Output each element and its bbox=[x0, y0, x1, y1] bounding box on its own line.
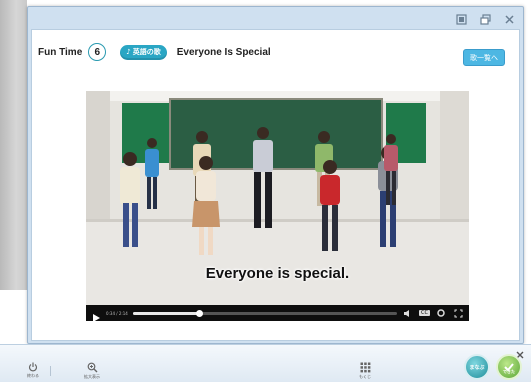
seek-bar[interactable] bbox=[132, 309, 398, 317]
seek-handle[interactable] bbox=[195, 309, 203, 317]
play-icon[interactable] bbox=[91, 308, 101, 321]
settings-icon[interactable] bbox=[435, 308, 447, 318]
learn-label: まなぶ bbox=[469, 364, 485, 371]
grid-button[interactable]: もくじ bbox=[359, 362, 371, 380]
close-icon[interactable] bbox=[515, 345, 525, 359]
video-caption: Everyone is special. bbox=[205, 265, 350, 282]
power-label: 終わる bbox=[27, 373, 39, 378]
lesson-header: Fun Time 6 ♪ 英語の歌 Everyone Is Special bbox=[38, 40, 271, 64]
lesson-number: 6 bbox=[88, 43, 107, 61]
song-badge: ♪ 英語の歌 bbox=[120, 44, 167, 60]
content-area: Fun Time 6 ♪ 英語の歌 Everyone Is Special 歌一… bbox=[31, 29, 520, 341]
done-button[interactable]: できた bbox=[496, 354, 522, 380]
video-player[interactable]: Everyone is special. 0:34 / 2:14 CC bbox=[86, 91, 469, 321]
window-controls bbox=[453, 10, 517, 28]
grid-icon bbox=[360, 362, 370, 373]
video-controls: 0:34 / 2:14 CC bbox=[86, 305, 469, 321]
volume-icon[interactable] bbox=[402, 308, 414, 318]
music-note-icon: ♪ bbox=[126, 48, 131, 56]
grid-label: もくじ bbox=[359, 374, 371, 379]
learn-button[interactable]: まなぶ bbox=[464, 354, 490, 380]
zoom-button[interactable]: 拡大表示 bbox=[84, 362, 100, 380]
zoom-label: 拡大表示 bbox=[84, 374, 100, 379]
restore-icon[interactable] bbox=[453, 11, 469, 27]
captions-icon[interactable]: CC bbox=[419, 310, 430, 316]
taskbar: 終わる 拡大表示 もくじ bbox=[0, 344, 531, 382]
seek-progress bbox=[132, 311, 199, 315]
song-badge-label: 英語の歌 bbox=[132, 48, 161, 56]
fullscreen-icon[interactable] bbox=[452, 308, 464, 318]
viewer-window: Fun Time 6 ♪ 英語の歌 Everyone Is Special 歌一… bbox=[27, 6, 524, 344]
zoom-icon bbox=[87, 362, 97, 373]
song-list-button[interactable]: 歌一覧へ bbox=[463, 49, 505, 66]
fun-time-label: Fun Time bbox=[38, 46, 83, 58]
minimize-icon[interactable] bbox=[477, 11, 493, 27]
done-label: できた bbox=[503, 369, 515, 374]
close-icon[interactable] bbox=[501, 11, 517, 27]
song-title: Everyone Is Special bbox=[176, 46, 271, 58]
time-display: 0:34 / 2:14 bbox=[106, 310, 128, 316]
power-icon bbox=[28, 362, 38, 372]
power-button[interactable]: 終わる bbox=[27, 362, 39, 379]
background-panel bbox=[0, 0, 27, 290]
taskbar-divider bbox=[50, 366, 51, 376]
